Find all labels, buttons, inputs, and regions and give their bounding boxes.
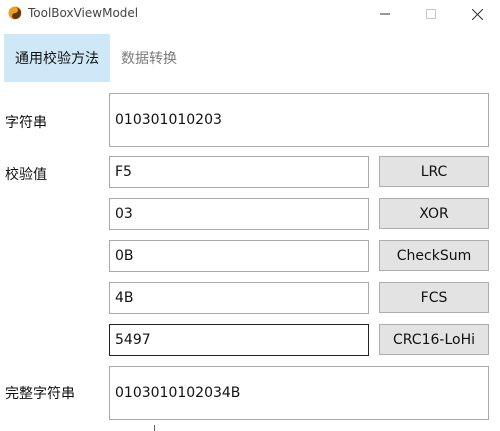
input-string-field[interactable]: 010301010203 [109,93,489,147]
minimize-icon [380,13,390,15]
checksum-button[interactable]: CheckSum [379,240,489,271]
result-label: 完整字符串 [5,386,75,402]
app-icon [8,6,22,20]
fcs-button[interactable]: FCS [379,282,489,313]
crc16-value-field[interactable]: 5497 [109,324,369,356]
window-title: ToolBoxViewModel [28,6,139,20]
maximize-button[interactable] [408,0,454,28]
tab-data-convert[interactable]: 数据转换 [114,34,184,82]
tab-bar: 通用校验方法 数据转换 [0,34,500,82]
title-bar: ToolBoxViewModel [0,0,500,28]
xor-button[interactable]: XOR [379,198,489,229]
checks-label: 校验值 [5,167,47,183]
lrc-button[interactable]: LRC [379,156,489,187]
close-button[interactable] [454,0,500,28]
fcs-value-field[interactable]: 4B [109,282,369,314]
xor-value-field[interactable]: 03 [109,198,369,230]
crc16-lohi-button[interactable]: CRC16-LoHi [379,324,489,355]
tab-general-check[interactable]: 通用校验方法 [4,34,110,82]
result-string-field[interactable]: 0103010102034B [109,366,489,420]
input-label: 字符串 [5,115,47,131]
maximize-icon [426,9,436,19]
minimize-button[interactable] [362,0,408,28]
text-cursor [154,425,155,431]
lrc-value-field[interactable]: F5 [109,156,369,188]
checksum-value-field[interactable]: 0B [109,240,369,272]
close-icon [471,8,483,20]
